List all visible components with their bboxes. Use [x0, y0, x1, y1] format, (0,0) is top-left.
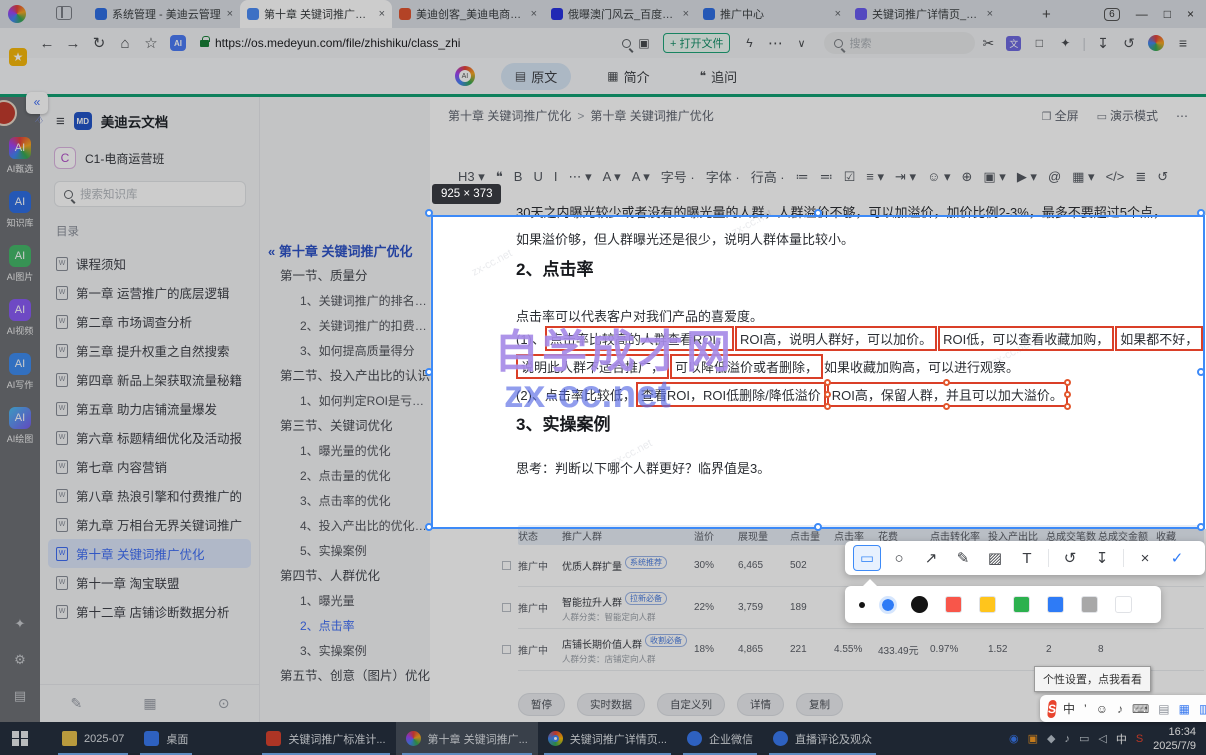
- confirm-snip-button[interactable]: ✓: [1163, 545, 1191, 571]
- snip-tool-button[interactable]: T: [1013, 545, 1041, 571]
- snip-tool-button[interactable]: ▭: [853, 545, 881, 571]
- ime-icon[interactable]: ▦: [1179, 702, 1190, 716]
- ime-icon[interactable]: ▥: [1199, 702, 1206, 716]
- cancel-snip-button[interactable]: ×: [1131, 545, 1159, 571]
- ime-icon[interactable]: ▤: [1158, 702, 1169, 716]
- selection-handle[interactable]: [1197, 209, 1205, 217]
- red-annotation-box: 如果都不好，: [1115, 326, 1204, 351]
- selection-size-label: 925 × 373: [432, 184, 502, 204]
- red-annotation-box: ROI高，说明人群好，可以加价。: [735, 326, 938, 351]
- color-swatch[interactable]: [1115, 596, 1132, 613]
- color-swatch[interactable]: [911, 596, 928, 613]
- ime-icon[interactable]: ’: [1084, 702, 1087, 716]
- snip-tool-button[interactable]: ↗: [917, 545, 945, 571]
- ime-bar: S 中 ’ ☺ ♪ ⌨ ▤ ▦ ▥: [1040, 695, 1206, 722]
- ime-icon[interactable]: ♪: [1117, 702, 1123, 716]
- paragraph: 如果溢价够，但人群曝光还是很少，说明人群体量比较小。: [516, 232, 855, 247]
- paragraph: 思考：判断以下哪个人群更好？临界值是3。: [516, 461, 771, 476]
- snip-color-palette: [845, 579, 1161, 623]
- selection-handle[interactable]: [1197, 368, 1205, 376]
- selection-handle[interactable]: [425, 368, 433, 376]
- color-swatch[interactable]: [859, 601, 865, 608]
- snip-dim-top: [0, 0, 1206, 215]
- color-swatch[interactable]: [1013, 596, 1030, 613]
- ime-icon[interactable]: 中: [1063, 700, 1075, 717]
- undo-button[interactable]: ↺: [1056, 545, 1084, 571]
- snip-toolbar: ▭ ○ ↗ ✎ ▨ T ↺ ↧ × ✓: [845, 541, 1205, 575]
- selection-handle[interactable]: [814, 523, 822, 531]
- screen: 系统管理 - 美迪云管理 × 第十章 关键词推广优化 × 美迪创客_美迪电商_美…: [0, 0, 1206, 755]
- selected-annotation-box[interactable]: ROI高，保留人群，并且可以加大溢价。: [823, 379, 1071, 410]
- selection-handle[interactable]: [1197, 523, 1205, 531]
- ime-tooltip: 个性设置，点我看看: [1034, 666, 1151, 692]
- ime-icon[interactable]: ⌨: [1132, 702, 1149, 716]
- color-swatch[interactable]: [879, 595, 897, 614]
- color-swatch[interactable]: [1047, 596, 1064, 613]
- heading-click-rate: 2、点击率: [516, 260, 594, 279]
- color-swatch[interactable]: [979, 596, 996, 613]
- selection-handle[interactable]: [814, 209, 822, 217]
- ime-icon[interactable]: ☺: [1096, 702, 1108, 716]
- color-swatch[interactable]: [945, 596, 962, 613]
- snip-tool-button[interactable]: ○: [885, 545, 913, 571]
- selection-handle[interactable]: [425, 209, 433, 217]
- snip-tool-button[interactable]: ▨: [981, 545, 1009, 571]
- color-swatch[interactable]: [1081, 596, 1098, 613]
- snip-dim-left: [0, 215, 431, 529]
- selection-handle[interactable]: [425, 523, 433, 531]
- watermark-text: 自学成才网: [494, 326, 735, 377]
- sogou-logo-icon[interactable]: S: [1047, 699, 1057, 718]
- watermark-text: zx-cc.net: [504, 373, 671, 416]
- snip-tool-button[interactable]: ✎: [949, 545, 977, 571]
- download-button[interactable]: ↧: [1088, 545, 1116, 571]
